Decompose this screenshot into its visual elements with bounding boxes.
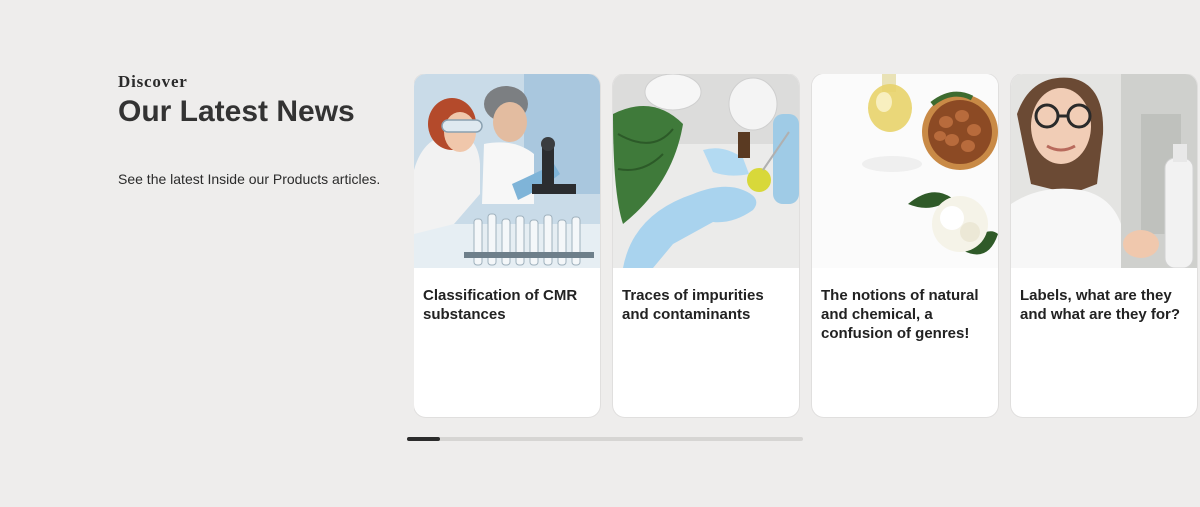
section-description: See the latest Inside our Products artic… — [118, 171, 381, 187]
news-section: Discover Our Latest News See the latest … — [0, 0, 1200, 507]
news-card-title: Classification of CMR substances — [423, 287, 578, 323]
news-carousel[interactable]: Classification of CMR substances Traces … — [414, 74, 1200, 419]
gloved-hand-pipette-image — [613, 74, 799, 268]
news-card[interactable]: Traces of impurities and contaminants — [613, 74, 799, 417]
woman-holding-bottle-image — [1011, 74, 1197, 268]
oil-bottle-nuts-flower-image — [812, 74, 998, 268]
news-card-title: Labels, what are they and what are they … — [1020, 287, 1181, 323]
section-title: Our Latest News — [118, 95, 355, 128]
news-card[interactable]: Classification of CMR substances — [414, 74, 600, 417]
news-card-title: Traces of impurities and contaminants — [622, 287, 764, 323]
carousel-scrollbar[interactable] — [407, 437, 803, 441]
news-card-title: The notions of natural and chemical, a c… — [821, 287, 979, 342]
section-intro: Discover Our Latest News See the latest … — [118, 72, 388, 188]
section-eyebrow: Discover — [118, 72, 188, 91]
carousel-scrollbar-thumb[interactable] — [407, 437, 440, 441]
news-card[interactable]: Labels, what are they and what are they … — [1011, 74, 1197, 417]
lab-scientists-microscope-image — [414, 74, 600, 268]
news-card[interactable]: The notions of natural and chemical, a c… — [812, 74, 998, 417]
